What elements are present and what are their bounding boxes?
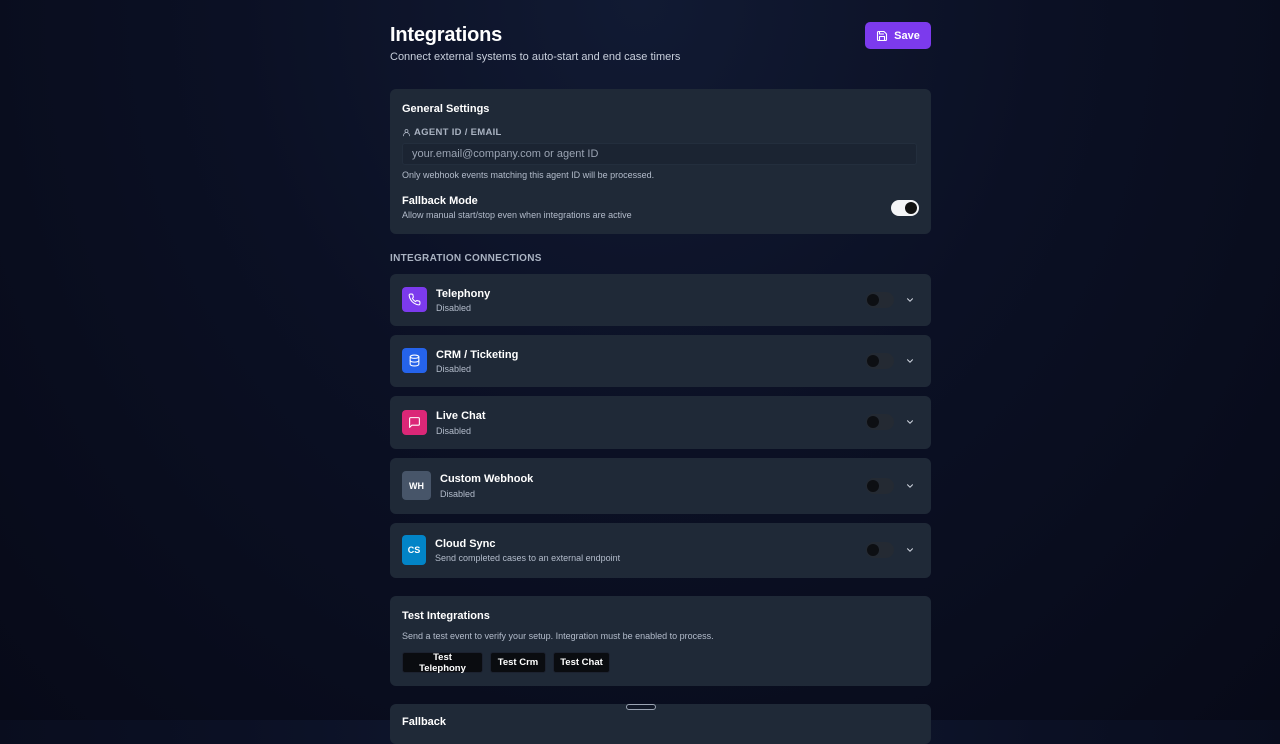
- webhook-icon: WH: [402, 471, 431, 500]
- test-integrations-title: Test Integrations: [402, 610, 490, 622]
- general-settings-title: General Settings: [402, 103, 490, 115]
- agent-id-help: Only webhook events matching this agent …: [402, 170, 655, 180]
- database-icon: [402, 348, 427, 373]
- chevron-down-icon[interactable]: [904, 480, 916, 492]
- integration-telephony[interactable]: Telephony Disabled: [390, 274, 931, 326]
- page-subtitle: Connect external systems to auto-start a…: [390, 51, 681, 63]
- message-square-icon: [402, 410, 427, 435]
- scroll-handle[interactable]: [626, 704, 656, 710]
- toggle-knob: [867, 416, 879, 428]
- fallback-section-title: Fallback: [402, 716, 447, 728]
- integration-name: Cloud Sync: [435, 538, 496, 550]
- cloud-sync-icon: CS: [402, 535, 426, 565]
- integration-status: Send completed cases to an external endp…: [435, 553, 621, 563]
- telephony-toggle[interactable]: [866, 292, 894, 308]
- save-button[interactable]: Save: [865, 22, 931, 49]
- integration-crm-ticketing[interactable]: CRM / Ticketing Disabled: [390, 335, 931, 387]
- toggle-knob: [867, 294, 879, 306]
- toggle-knob: [867, 480, 879, 492]
- integration-status: Disabled: [440, 489, 476, 499]
- page-title: Integrations: [390, 24, 503, 46]
- agent-id-input[interactable]: [402, 143, 917, 165]
- fallback-mode-title: Fallback Mode: [402, 195, 478, 207]
- integration-name: Live Chat: [436, 410, 486, 422]
- test-crm-button[interactable]: Test Crm: [490, 652, 546, 673]
- integration-status: Disabled: [436, 426, 472, 436]
- chevron-down-icon[interactable]: [904, 294, 916, 306]
- cloud-sync-toggle[interactable]: [866, 542, 894, 558]
- integration-cloud-sync[interactable]: CS Cloud Sync Send completed cases to an…: [390, 523, 931, 578]
- phone-icon: [402, 287, 427, 312]
- integration-name: Telephony: [436, 288, 491, 300]
- toggle-knob: [867, 355, 879, 367]
- integration-custom-webhook[interactable]: WH Custom Webhook Disabled: [390, 458, 931, 514]
- live-chat-toggle[interactable]: [866, 414, 894, 430]
- agent-id-label: AGENT ID / EMAIL: [402, 127, 502, 138]
- general-settings-card: General Settings AGENT ID / EMAIL Only w…: [390, 89, 931, 234]
- chevron-down-icon[interactable]: [904, 544, 916, 556]
- chevron-down-icon[interactable]: [904, 355, 916, 367]
- integration-status: Disabled: [436, 303, 472, 313]
- test-telephony-button[interactable]: Test Telephony: [402, 652, 483, 674]
- user-icon: [403, 129, 410, 137]
- agent-id-label-text: AGENT ID / EMAIL: [414, 127, 502, 138]
- integration-live-chat[interactable]: Live Chat Disabled: [390, 396, 931, 449]
- integration-status: Disabled: [436, 364, 472, 374]
- integration-name: Custom Webhook: [440, 473, 534, 485]
- toggle-knob: [905, 202, 917, 214]
- fallback-mode-description: Allow manual start/stop even when integr…: [402, 210, 632, 220]
- integration-connections-label: INTEGRATION CONNECTIONS: [390, 253, 542, 264]
- save-icon: [877, 30, 888, 41]
- custom-webhook-toggle[interactable]: [866, 478, 894, 494]
- toggle-knob: [867, 544, 879, 556]
- fallback-section-card: Fallback: [390, 704, 931, 744]
- crm-toggle[interactable]: [866, 353, 894, 369]
- chevron-down-icon[interactable]: [904, 416, 916, 428]
- test-integrations-description: Send a test event to verify your setup. …: [402, 631, 714, 641]
- fallback-mode-toggle[interactable]: [891, 200, 919, 216]
- integration-name: CRM / Ticketing: [436, 349, 519, 361]
- save-label: Save: [894, 29, 920, 42]
- test-chat-button[interactable]: Test Chat: [553, 652, 610, 673]
